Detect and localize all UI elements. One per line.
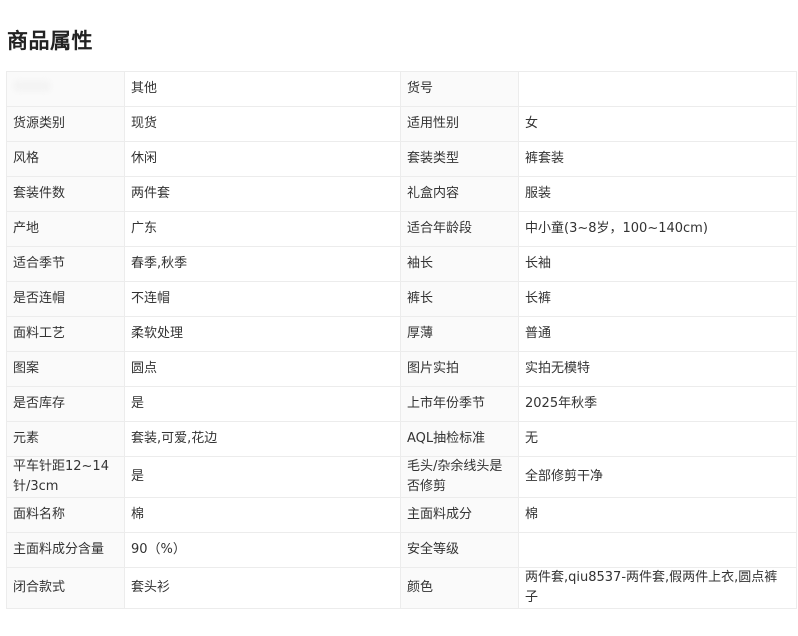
product-attributes-table: 其他 货号 货源类别 现货 适用性别女风格 休闲 套装类型 裤套装 套装件数 两件套 礼盒内容 服装产… (6, 71, 797, 609)
attribute-label: 面料名称 (6, 497, 125, 533)
attribute-value: 柔软处理 (124, 316, 401, 352)
attribute-label: 厚薄 (400, 316, 519, 352)
attribute-row: 是否连帽 不连帽 裤长 长裤 (6, 281, 797, 317)
attribute-value: 无 (518, 421, 797, 457)
attribute-value: 棉 (518, 497, 797, 533)
attribute-label: 套装类型 (400, 141, 519, 177)
attribute-label: 安全等级 (400, 532, 519, 568)
attribute-label: 颜色 (400, 567, 519, 609)
attribute-label: 风格 (6, 141, 125, 177)
attribute-row: 面料工艺 柔软处理 厚薄 普通 (6, 316, 797, 352)
attribute-row: 风格 休闲 套装类型 裤套装 (6, 141, 797, 177)
attribute-label: 礼盒内容 (400, 176, 519, 212)
attribute-row: 主面料成分含量 90（%） 安全等级 (6, 532, 797, 568)
attribute-label: 图片实拍 (400, 351, 519, 387)
attribute-label: 套装件数 (6, 176, 125, 212)
attribute-value: 实拍无模特 (518, 351, 797, 387)
attribute-row: 是否库存是上市年份季节 2025年秋季 (6, 386, 797, 422)
attribute-row: 套装件数 两件套 礼盒内容 服装 (6, 176, 797, 212)
attribute-label: 裤长 (400, 281, 519, 317)
attribute-label: 毛头/杂余线头是否修剪 (400, 456, 519, 498)
attribute-value: 套头衫 (124, 567, 401, 609)
attribute-row: 图案 圆点 图片实拍 实拍无模特 (6, 351, 797, 387)
attribute-row: 闭合款式 套头衫 颜色 两件套,qiu8537-两件套,假两件上衣,圆点裤子 (6, 567, 797, 609)
attribute-label: 适合季节 (6, 246, 125, 282)
attribute-label: 主面料成分 (400, 497, 519, 533)
attribute-label: 图案 (6, 351, 125, 387)
attribute-value: 春季,秋季 (124, 246, 401, 282)
attribute-row: 产地 广东 适合年龄段 中小童(3~8岁，100~140cm) (6, 211, 797, 247)
attribute-value: 服装 (518, 176, 797, 212)
attribute-row: 元素 套装,可爱,花边 AQL抽检标准无 (6, 421, 797, 457)
attribute-label: 闭合款式 (6, 567, 125, 609)
attribute-row: 平车针距12~14针/3cm 是毛头/杂余线头是否修剪 全部修剪干净 (6, 456, 797, 498)
attribute-value: 圆点 (124, 351, 401, 387)
attribute-value: 套装,可爱,花边 (124, 421, 401, 457)
attribute-label: 产地 (6, 211, 125, 247)
attribute-row: 货源类别 现货 适用性别女 (6, 106, 797, 142)
attribute-row: 适合季节 春季,秋季 袖长 长袖 (6, 246, 797, 282)
attribute-label: 主面料成分含量 (6, 532, 125, 568)
attribute-label: 上市年份季节 (400, 386, 519, 422)
attribute-label: 袖长 (400, 246, 519, 282)
attribute-value: 不连帽 (124, 281, 401, 317)
attribute-label: 面料工艺 (6, 316, 125, 352)
attribute-value: 休闲 (124, 141, 401, 177)
attribute-value: 其他 (124, 71, 401, 107)
attribute-value: 女 (518, 106, 797, 142)
attribute-label (6, 71, 125, 107)
attribute-value: 全部修剪干净 (518, 456, 797, 498)
attribute-value (518, 71, 797, 107)
attribute-value: 普通 (518, 316, 797, 352)
attribute-label: 是否连帽 (6, 281, 125, 317)
page-title: 商品属性 (7, 29, 93, 53)
attribute-value: 长袖 (518, 246, 797, 282)
attribute-label: 元素 (6, 421, 125, 457)
attribute-label: 货源类别 (6, 106, 125, 142)
attribute-value: 是 (124, 456, 401, 498)
attribute-row: 其他 货号 (6, 71, 797, 107)
attribute-value: 两件套,qiu8537-两件套,假两件上衣,圆点裤子 (518, 567, 797, 609)
attribute-label: 是否库存 (6, 386, 125, 422)
attribute-value: 2025年秋季 (518, 386, 797, 422)
attribute-row: 面料名称棉主面料成分棉 (6, 497, 797, 533)
attribute-value: 两件套 (124, 176, 401, 212)
attribute-value: 裤套装 (518, 141, 797, 177)
attribute-value: 中小童(3~8岁，100~140cm) (518, 211, 797, 247)
attribute-label: AQL抽检标准 (400, 421, 519, 457)
attribute-value: 现货 (124, 106, 401, 142)
attribute-label: 适合年龄段 (400, 211, 519, 247)
attribute-value (518, 532, 797, 568)
blurred-label (13, 80, 51, 92)
attribute-value: 是 (124, 386, 401, 422)
attribute-label: 货号 (400, 71, 519, 107)
attribute-label: 适用性别 (400, 106, 519, 142)
attribute-label: 平车针距12~14针/3cm (6, 456, 125, 498)
attribute-value: 棉 (124, 497, 401, 533)
attribute-value: 长裤 (518, 281, 797, 317)
attribute-value: 广东 (124, 211, 401, 247)
attribute-value: 90（%） (124, 532, 401, 568)
